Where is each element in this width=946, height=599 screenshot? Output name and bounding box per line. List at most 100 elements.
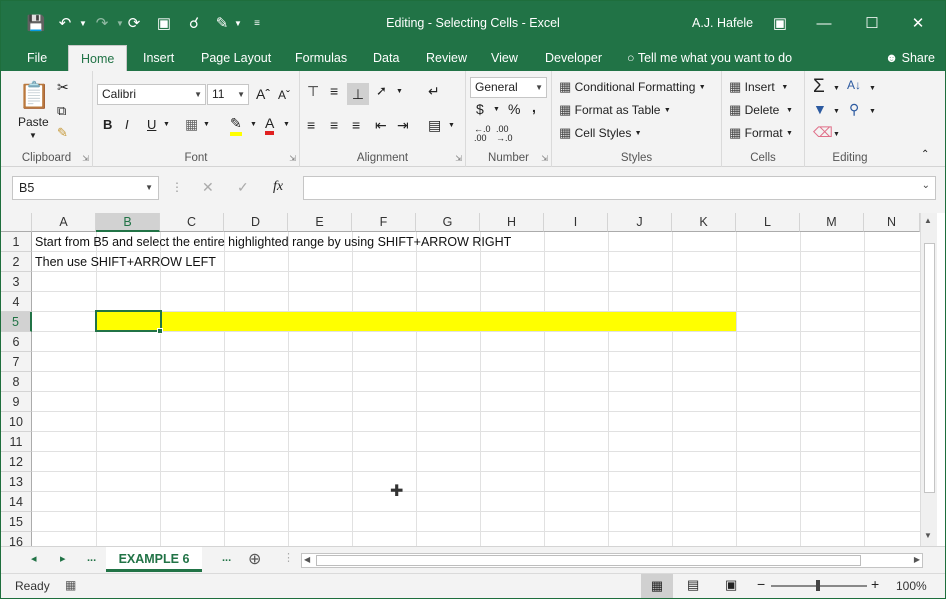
cell-a2[interactable]: Then use SHIFT+ARROW LEFT xyxy=(35,252,216,272)
conditional-formatting-button[interactable]: ▦ Conditional Formatting ▼ xyxy=(559,79,706,95)
col-header-d[interactable]: D xyxy=(224,213,288,232)
alignment-launcher-icon[interactable]: ⇲ xyxy=(455,154,462,163)
row-header-4[interactable]: 4 xyxy=(1,292,32,312)
cell-a1[interactable]: Start from B5 and select the entire high… xyxy=(35,232,511,252)
insert-cells-button[interactable]: ▦ Insert ▼ xyxy=(729,79,788,95)
row-header-8[interactable]: 8 xyxy=(1,372,32,392)
row-header-14[interactable]: 14 xyxy=(1,492,32,512)
col-header-i[interactable]: I xyxy=(544,213,608,232)
tab-home[interactable]: Home xyxy=(68,45,128,71)
minimize-icon[interactable]: — xyxy=(809,9,839,37)
sheet-next-icon[interactable]: ▸ xyxy=(60,552,66,565)
col-header-c[interactable]: C xyxy=(160,213,224,232)
sort-filter-dropdown-icon[interactable]: ▼ xyxy=(869,85,876,92)
font-size-select[interactable]: 11 ▼ xyxy=(207,84,249,105)
col-header-g[interactable]: G xyxy=(416,213,480,232)
tab-file[interactable]: File xyxy=(25,45,49,71)
more-sheets-right[interactable]: ... xyxy=(222,552,231,564)
maximize-icon[interactable]: ☐ xyxy=(857,9,887,37)
worksheet-grid[interactable]: A B C D E F G H I J K L M N 1 2 3 4 5 6 … xyxy=(1,213,945,546)
zoom-level[interactable]: 100% xyxy=(896,579,927,593)
row-header-1[interactable]: 1 xyxy=(1,232,32,252)
row-header-16[interactable]: 16 xyxy=(1,532,32,546)
underline-dropdown-icon[interactable]: ▼ xyxy=(163,121,170,128)
font-color-icon[interactable]: A xyxy=(265,115,275,135)
orientation-dropdown-icon[interactable]: ▼ xyxy=(396,88,403,95)
sheet-prev-icon[interactable]: ◂ xyxy=(31,552,37,565)
vertical-scroll-thumb[interactable] xyxy=(924,243,935,493)
col-header-a[interactable]: A xyxy=(32,213,96,232)
cancel-entry-icon[interactable]: ✕ xyxy=(202,179,214,196)
autosum-dropdown-icon[interactable]: ▼ xyxy=(833,85,840,92)
share-button[interactable]: ☻ Share xyxy=(885,45,935,71)
fill-down-icon[interactable]: ▼ xyxy=(813,101,827,117)
vertical-scrollbar[interactable]: ▲ ▼ xyxy=(920,213,937,546)
decrease-indent-icon[interactable]: ⇤ xyxy=(375,117,387,134)
split-grip-icon[interactable]: ⋮ xyxy=(283,551,294,564)
align-left-icon[interactable]: ≡ xyxy=(307,117,315,133)
user-name[interactable]: A.J. Hafele xyxy=(692,16,753,30)
page-layout-view-icon[interactable]: ▤ xyxy=(687,577,699,593)
paste-button[interactable]: Paste xyxy=(18,115,49,129)
find-dropdown-icon[interactable]: ▼ xyxy=(869,108,876,115)
align-top-icon[interactable]: ⊤ xyxy=(307,83,319,100)
horizontal-scroll-thumb[interactable] xyxy=(316,555,861,566)
clear-dropdown-icon[interactable]: ▼ xyxy=(833,131,840,138)
increase-decimal-icon[interactable]: ←.0.00 xyxy=(474,125,491,143)
active-cell-b5[interactable] xyxy=(95,310,162,332)
clipboard-launcher-icon[interactable]: ⇲ xyxy=(82,154,89,163)
format-as-table-button[interactable]: ▦ Format as Table ▼ xyxy=(559,102,671,118)
align-middle-icon[interactable]: ≡ xyxy=(330,83,338,99)
cell-styles-button[interactable]: ▦ Cell Styles ▼ xyxy=(559,125,642,141)
scroll-left-icon[interactable]: ◀ xyxy=(304,555,310,564)
tab-insert[interactable]: Insert xyxy=(141,45,176,71)
number-format-select[interactable]: General ▼ xyxy=(470,77,547,98)
fill-handle[interactable] xyxy=(157,328,163,334)
row-header-9[interactable]: 9 xyxy=(1,392,32,412)
more-sheets-left[interactable]: ... xyxy=(87,552,96,564)
insert-function-button[interactable]: fx xyxy=(273,179,283,195)
borders-dropdown-icon[interactable]: ▼ xyxy=(203,121,210,128)
align-right-icon[interactable]: ≡ xyxy=(352,117,360,133)
fill-color-icon[interactable]: ✎ xyxy=(230,115,242,136)
col-header-n[interactable]: N xyxy=(864,213,920,232)
zoom-in-icon[interactable]: + xyxy=(871,576,879,592)
zoom-slider[interactable] xyxy=(771,580,867,591)
number-launcher-icon[interactable]: ⇲ xyxy=(541,154,548,163)
font-launcher-icon[interactable]: ⇲ xyxy=(289,154,296,163)
tab-developer[interactable]: Developer xyxy=(543,45,604,71)
comma-button[interactable]: , xyxy=(532,99,536,115)
borders-icon[interactable]: ▦ xyxy=(185,116,198,133)
cut-icon[interactable]: ✂ xyxy=(57,79,69,96)
col-header-f[interactable]: F xyxy=(352,213,416,232)
underline-button[interactable]: U xyxy=(147,117,156,132)
select-all-corner[interactable] xyxy=(1,213,32,232)
tab-data[interactable]: Data xyxy=(371,45,401,71)
horizontal-scrollbar[interactable]: ◀ ▶ xyxy=(301,553,923,568)
tab-formulas[interactable]: Formulas xyxy=(293,45,349,71)
formula-input[interactable]: ⌄ xyxy=(303,176,936,200)
fill-color-dropdown-icon[interactable]: ▼ xyxy=(250,121,257,128)
macro-record-icon[interactable]: ▦ xyxy=(65,578,76,592)
expand-formula-icon[interactable]: ⌄ xyxy=(922,180,930,191)
collapse-ribbon-icon[interactable]: ⌃ xyxy=(921,149,929,160)
row-header-3[interactable]: 3 xyxy=(1,272,32,292)
row-header-13[interactable]: 13 xyxy=(1,472,32,492)
row-header-15[interactable]: 15 xyxy=(1,512,32,532)
merge-center-icon[interactable]: ▤ xyxy=(428,117,441,134)
paste-dropdown-icon[interactable]: ▼ xyxy=(29,131,37,140)
shrink-font-icon[interactable]: Aˇ xyxy=(278,88,290,102)
font-name-select[interactable]: Calibri ▼ xyxy=(97,84,206,105)
tell-me-box[interactable]: ○ Tell me what you want to do xyxy=(627,45,792,71)
autosum-icon[interactable]: Σ xyxy=(813,76,825,98)
row-header-5[interactable]: 5 xyxy=(1,312,32,332)
format-cells-button[interactable]: ▦ Format ▼ xyxy=(729,125,793,141)
ribbon-display-icon[interactable]: ▣ xyxy=(765,9,795,37)
col-header-k[interactable]: K xyxy=(672,213,736,232)
col-header-h[interactable]: H xyxy=(480,213,544,232)
row-header-12[interactable]: 12 xyxy=(1,452,32,472)
row-header-11[interactable]: 11 xyxy=(1,432,32,452)
font-color-dropdown-icon[interactable]: ▼ xyxy=(283,121,290,128)
currency-button[interactable]: $ xyxy=(476,101,484,117)
scroll-up-icon[interactable]: ▲ xyxy=(924,216,932,225)
